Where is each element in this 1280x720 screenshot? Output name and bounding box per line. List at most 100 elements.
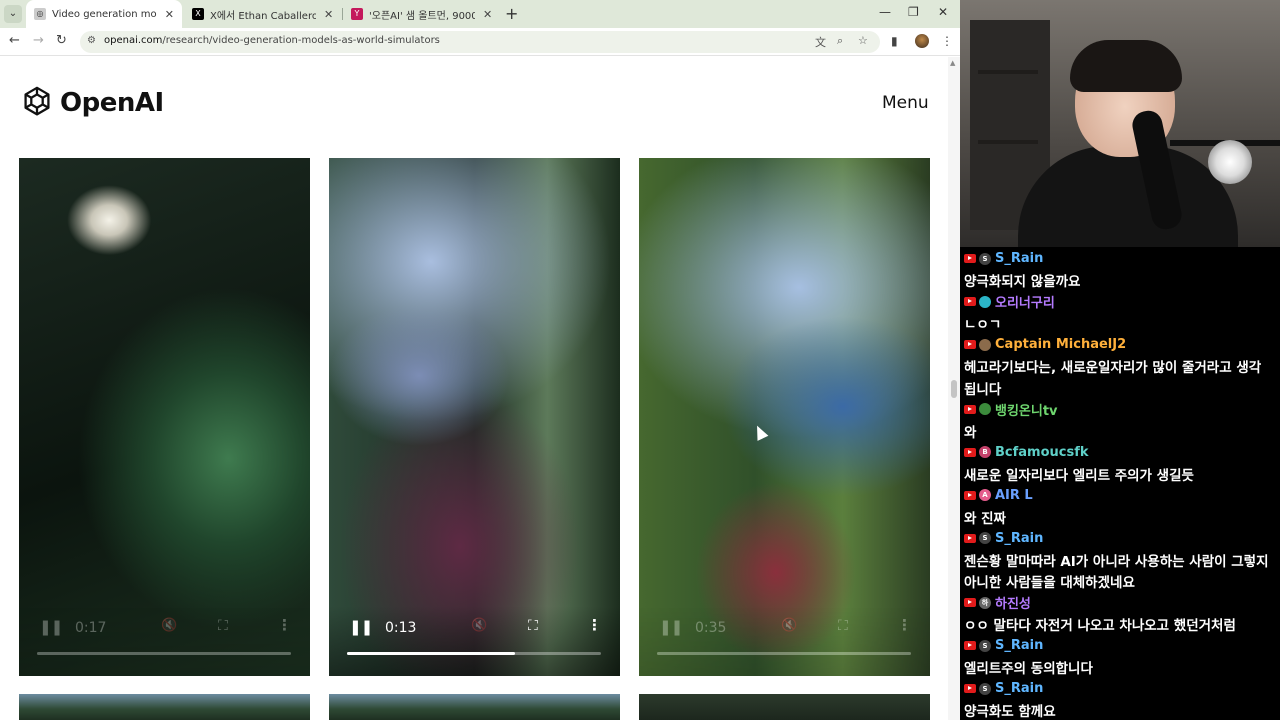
- fullscreen-icon[interactable]: ⛶: [838, 618, 848, 634]
- chat-username: Captain MichaelJ2: [995, 337, 1127, 353]
- translate-icon[interactable]: 文: [815, 34, 826, 50]
- chat-message-header: 뱅킹온니tv: [964, 399, 1276, 421]
- pause-icon[interactable]: ❚❚: [349, 618, 373, 636]
- tab-x-ethan[interactable]: X X에서 Ethan Caballero is busy ✕: [184, 0, 342, 28]
- browser-window: ⌄ ◎ Video generation models as w ✕ X X에서…: [0, 0, 960, 720]
- chat-message-text: 양극화되지 않을까요: [964, 274, 1081, 291]
- chat-username: S_Rain: [995, 530, 1044, 546]
- site-info-icon[interactable]: ⚙: [87, 35, 96, 46]
- profile-avatar[interactable]: [915, 34, 929, 48]
- tab-title: Video generation models as w: [52, 8, 157, 20]
- chat-message: ㅇㅇ 말타다 자전거 나오고 차나오고 했던거처럼: [964, 614, 1276, 636]
- chat-message-text: 와 진짜: [964, 510, 1006, 527]
- avatar: S: [979, 682, 991, 695]
- chat-username: Bcfamoucsfk: [995, 444, 1089, 460]
- chat-message-text: ㅇㅇ 말타다 자전거 나오고 차나오고 했던거처럼: [964, 618, 1236, 635]
- side-panel-icon[interactable]: ▮: [891, 34, 898, 48]
- video-progress-bar[interactable]: [347, 652, 601, 655]
- reload-icon[interactable]: ↻: [56, 33, 67, 48]
- avatar: B: [979, 446, 991, 459]
- video-peacock[interactable]: ❚❚ 0:13 🔇 ⛶ ⋮: [329, 158, 620, 676]
- mute-icon[interactable]: 🔇: [161, 618, 177, 633]
- shelf-board: [978, 140, 1038, 144]
- back-icon[interactable]: ←: [9, 33, 20, 48]
- video-thumbnail-forest[interactable]: [329, 694, 620, 720]
- web-page: OpenAI Menu ▲ ❚❚ 0:17 🔇 ⛶ ⋮ ❚❚ 0:13 🔇 ⛶ …: [0, 57, 960, 720]
- webcam-feed: [960, 0, 1280, 247]
- video-crowned-pigeon[interactable]: ❚❚ 0:35 🔇 ⛶ ⋮: [639, 158, 930, 676]
- tab-search-icon[interactable]: ⌄: [4, 5, 22, 23]
- video-progress-bar[interactable]: [657, 652, 911, 655]
- maximize-icon[interactable]: ❐: [908, 5, 919, 19]
- mute-icon[interactable]: 🔇: [781, 618, 797, 633]
- fullscreen-icon[interactable]: ⛶: [528, 618, 538, 634]
- tab-news-article[interactable]: Y '오픈AI' 샘 올트먼, 9000조 펀드 ✕: [343, 0, 501, 28]
- tab-title: '오픈AI' 샘 올트먼, 9000조 펀드: [369, 10, 475, 22]
- chat-message-header: S S_Rain: [964, 635, 1276, 657]
- video-time: 0:35: [695, 620, 727, 636]
- scroll-up-icon[interactable]: ▲: [950, 59, 955, 67]
- chat-message: 양극화도 함께요: [964, 700, 1276, 720]
- address-bar[interactable]: ⚙ openai.com/research/video-generation-m…: [80, 31, 880, 53]
- logo-text: OpenAI: [60, 88, 164, 118]
- youtube-icon: [964, 404, 976, 414]
- youtube-icon: [964, 340, 976, 350]
- chat-message: 엘리트주의 동의합니다: [964, 657, 1276, 679]
- youtube-icon: [964, 533, 976, 543]
- scroll-thumb[interactable]: [951, 380, 957, 398]
- avatar: S: [979, 252, 991, 265]
- openai-favicon-icon: ◎: [34, 8, 46, 20]
- more-options-icon[interactable]: ⋮: [897, 616, 912, 634]
- chat-message: 젠슨황 말마따라 AI가 아니라 사용하는 사람이 그렇지: [964, 549, 1276, 571]
- pause-icon[interactable]: ❚❚: [39, 618, 63, 636]
- more-options-icon[interactable]: ⋮: [587, 616, 602, 634]
- mute-icon[interactable]: 🔇: [471, 618, 487, 633]
- chat-message-text: 새로운 일자리보다 엘리트 주의가 생길듯: [964, 467, 1194, 484]
- tab-title: X에서 Ethan Caballero is busy: [210, 10, 316, 22]
- more-options-icon[interactable]: ⋮: [277, 616, 292, 634]
- video-chameleon[interactable]: ❚❚ 0:17 🔇 ⛶ ⋮: [19, 158, 310, 676]
- streamer-hair: [1070, 40, 1182, 92]
- minimize-icon[interactable]: —: [879, 5, 891, 19]
- chat-username: S_Rain: [995, 638, 1044, 654]
- video-thumbnail-forest[interactable]: [19, 694, 310, 720]
- zoom-icon[interactable]: ⌕: [837, 34, 843, 48]
- avatar: [979, 295, 991, 308]
- close-icon[interactable]: ✕: [324, 8, 333, 21]
- live-chat: S S_Rain 양극화되지 않을까요 오리너구리 ㄴㅇㄱ Captain Michael…: [960, 248, 1280, 720]
- more-menu-icon[interactable]: ⋮: [941, 34, 953, 48]
- chat-message: 와: [964, 420, 1276, 442]
- url-text[interactable]: openai.com/research/video-generation-mod…: [104, 35, 440, 46]
- menu-button[interactable]: Menu: [882, 93, 929, 113]
- chat-username: AIR L: [995, 487, 1033, 503]
- chat-message-text: 아니한 사람들을 대체하겠네요: [964, 575, 1135, 592]
- tab-bar: ⌄ ◎ Video generation models as w ✕ X X에서…: [0, 0, 960, 28]
- forward-icon[interactable]: →: [33, 33, 44, 48]
- chat-message: 헤고라기보다는, 새로운일자리가 많이 줄거라고 생각: [964, 356, 1276, 378]
- chat-message-header: B Bcfamoucsfk: [964, 442, 1276, 464]
- chat-username: S_Rain: [995, 681, 1044, 697]
- video-progress-fill: [347, 652, 515, 655]
- pause-icon[interactable]: ❚❚: [659, 618, 683, 636]
- close-icon[interactable]: ✕: [483, 8, 492, 21]
- bookmark-star-icon[interactable]: ☆: [858, 34, 868, 47]
- openai-logo[interactable]: OpenAI: [18, 84, 164, 122]
- avatar: [979, 403, 991, 416]
- video-progress-bar[interactable]: [37, 652, 291, 655]
- close-window-icon[interactable]: ✕: [938, 5, 948, 19]
- fullscreen-icon[interactable]: ⛶: [218, 618, 228, 634]
- new-tab-button[interactable]: +: [505, 4, 518, 23]
- close-icon[interactable]: ✕: [165, 8, 174, 21]
- chat-message: 아니한 사람들을 대체하겠네요: [964, 571, 1276, 593]
- streamer-body: [1018, 146, 1238, 247]
- video-thumbnail-dark[interactable]: [639, 694, 930, 720]
- chat-message-header: A AIR L: [964, 485, 1276, 507]
- youtube-icon: [964, 684, 976, 694]
- stream-overlay: S S_Rain 양극화되지 않을까요 오리너구리 ㄴㅇㄱ Captain Michael…: [960, 0, 1280, 720]
- youtube-icon: [964, 490, 976, 500]
- chat-message-text: 엘리트주의 동의합니다: [964, 661, 1093, 678]
- tab-video-generation[interactable]: ◎ Video generation models as w ✕: [26, 0, 182, 28]
- chat-message-header: S S_Rain: [964, 528, 1276, 550]
- page-scrollbar[interactable]: ▲: [948, 57, 960, 720]
- avatar: S: [979, 532, 991, 545]
